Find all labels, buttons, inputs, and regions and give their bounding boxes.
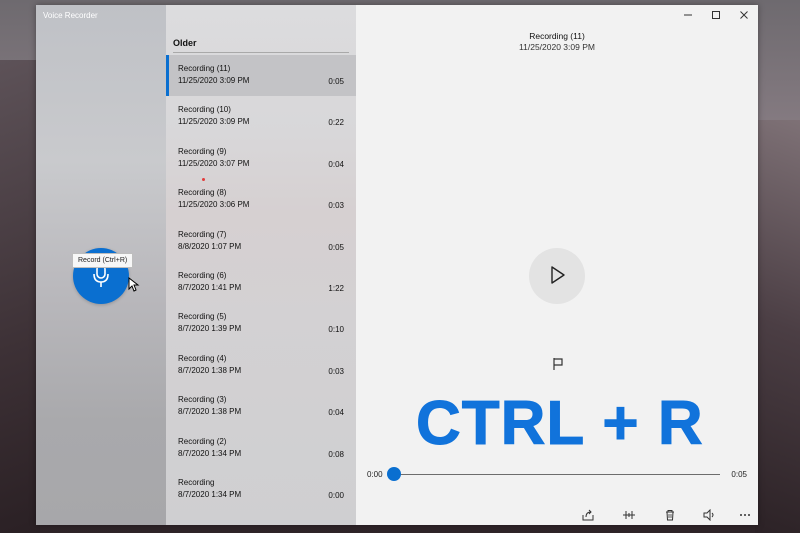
recording-duration: 0:03: [328, 366, 344, 376]
trim-icon[interactable]: [622, 509, 636, 521]
record-pane: Voice Recorder Record (Ctrl+R): [36, 5, 166, 525]
recording-name: Recording (4): [178, 353, 227, 363]
minimize-button[interactable]: [674, 5, 702, 25]
recording-item[interactable]: Recording (7) 8/8/2020 1:07 PM 0:05: [166, 221, 356, 262]
recording-name: Recording (10): [178, 105, 231, 115]
recording-item[interactable]: Recording (9) 11/25/2020 3:07 PM 0:04: [166, 138, 356, 179]
mouse-cursor-icon: [128, 277, 140, 292]
shortcut-overlay-text: CTRL + R: [416, 389, 704, 459]
more-icon[interactable]: [739, 513, 751, 517]
desktop-background-right: [755, 120, 800, 533]
timeline-track[interactable]: [394, 474, 720, 475]
time-current: 0:00: [367, 470, 383, 479]
recording-item[interactable]: Recording (3) 8/7/2020 1:38 PM 0:04: [166, 386, 356, 427]
recording-item[interactable]: Recording (11) 11/25/2020 3:09 PM 0:05: [166, 55, 356, 97]
playback-pane: Recording (11) 11/25/2020 3:09 PM CTRL +…: [356, 5, 758, 525]
recording-item[interactable]: Recording (5) 8/7/2020 1:39 PM 0:10: [166, 303, 356, 344]
recording-item[interactable]: Recording (4) 8/7/2020 1:38 PM 0:03: [166, 345, 356, 386]
speed-icon[interactable]: [702, 509, 716, 521]
recording-duration: 1:22: [328, 283, 344, 293]
maximize-button[interactable]: [702, 5, 730, 25]
time-total: 0:05: [731, 470, 747, 479]
now-playing-date: 11/25/2020 3:09 PM: [519, 42, 595, 52]
recording-duration: 0:22: [328, 118, 344, 128]
group-header-older: Older: [173, 38, 197, 48]
recording-duration: 0:04: [328, 159, 344, 169]
recording-duration: 0:04: [328, 408, 344, 418]
recording-name: Recording (8): [178, 188, 227, 198]
recording-duration: 0:05: [328, 242, 344, 252]
recording-duration: 0:05: [328, 77, 344, 86]
recording-indicator-dot: [202, 178, 205, 181]
recording-name: Recording (2): [178, 436, 227, 446]
close-icon: [740, 11, 748, 19]
voice-recorder-window: Voice Recorder Record (Ctrl+R) Older Rec…: [36, 5, 758, 525]
record-tooltip: Record (Ctrl+R): [72, 253, 134, 268]
close-button[interactable]: [730, 5, 758, 25]
maximize-icon: [712, 11, 720, 19]
recording-item[interactable]: Recording (2) 8/7/2020 1:34 PM 0:08: [166, 428, 356, 469]
recording-name: Recording (11): [178, 64, 231, 73]
recording-item[interactable]: Recording 8/7/2020 1:34 PM 0:00: [166, 469, 356, 510]
recordings-list: Recording (11) 11/25/2020 3:09 PM 0:05 R…: [166, 55, 356, 510]
recording-name: Recording (6): [178, 270, 227, 280]
flag-marker-icon[interactable]: [551, 357, 565, 371]
recording-item[interactable]: Recording (8) 11/25/2020 3:06 PM 0:03: [166, 179, 356, 220]
window-controls: [674, 5, 758, 25]
share-icon[interactable]: [582, 509, 594, 521]
recording-item[interactable]: Recording (10) 11/25/2020 3:09 PM 0:22: [166, 96, 356, 137]
app-title: Voice Recorder: [43, 11, 98, 20]
recording-duration: 0:10: [328, 325, 344, 335]
delete-icon[interactable]: [664, 509, 676, 521]
recording-duration: 0:03: [328, 201, 344, 211]
play-button[interactable]: [529, 248, 585, 304]
playback-toolbar: [356, 505, 758, 525]
recording-name: Recording (7): [178, 229, 227, 239]
desktop-background-left: [0, 60, 40, 533]
recording-name: Recording (5): [178, 312, 227, 322]
recording-name: Recording (9): [178, 146, 227, 156]
recording-item[interactable]: Recording (6) 8/7/2020 1:41 PM 1:22: [166, 262, 356, 303]
play-icon: [551, 266, 565, 284]
now-playing-title: Recording (11): [529, 31, 585, 41]
recording-name: Recording (3): [178, 395, 227, 405]
recording-name: Recording: [178, 477, 215, 487]
recording-duration: 0:00: [328, 490, 344, 500]
group-divider: [173, 52, 349, 53]
timeline-thumb[interactable]: [387, 467, 401, 481]
recording-duration: 0:08: [328, 449, 344, 459]
minimize-icon: [684, 14, 692, 16]
recordings-pane: Older Recording (11) 11/25/2020 3:09 PM …: [166, 5, 356, 525]
